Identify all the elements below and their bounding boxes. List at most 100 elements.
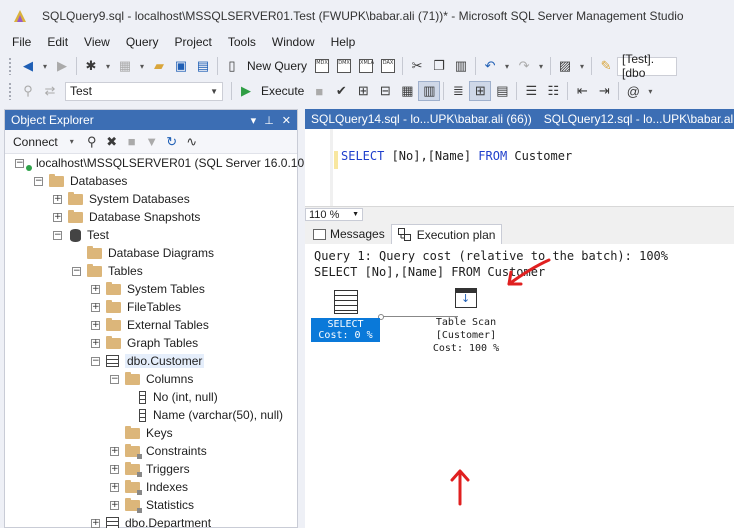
- zoom-dropdown[interactable]: 110 % ▼: [305, 208, 363, 221]
- new-query-button[interactable]: New Query: [243, 59, 311, 73]
- filter-icon[interactable]: ▼: [142, 132, 162, 152]
- intellisense-icon[interactable]: ▦: [396, 81, 418, 101]
- xmla-query-icon[interactable]: XMLA: [355, 56, 377, 76]
- redo-icon[interactable]: ↷: [513, 56, 535, 76]
- tree-node-indexes[interactable]: + Indexes: [5, 478, 297, 496]
- forward-icon[interactable]: ▶: [51, 56, 73, 76]
- find-icon[interactable]: ✎: [595, 56, 617, 76]
- menu-view[interactable]: View: [76, 35, 118, 49]
- tree-node-system-databases[interactable]: + System Databases: [5, 190, 297, 208]
- plan-node-table-scan[interactable]: Table Scan [Customer] Cost: 100 %: [423, 288, 509, 355]
- menu-edit[interactable]: Edit: [39, 35, 76, 49]
- add-item-dropdown-icon[interactable]: ▾: [136, 56, 148, 76]
- toolbar-grip-2[interactable]: [8, 82, 12, 100]
- specify-template-values-icon[interactable]: @: [622, 81, 644, 101]
- connect-dropdown-icon[interactable]: ▾: [62, 132, 82, 152]
- increase-indent-icon[interactable]: ⇥: [593, 81, 615, 101]
- object-dropdown[interactable]: [Test].[dbo: [617, 52, 678, 80]
- copy-icon[interactable]: ❐: [428, 56, 450, 76]
- expand-icon[interactable]: +: [53, 212, 62, 222]
- tab-messages[interactable]: Messages: [307, 224, 391, 244]
- expand-icon[interactable]: +: [91, 320, 100, 330]
- toolbar-options-icon[interactable]: ▾: [576, 56, 588, 76]
- tree-node-columns[interactable]: − Columns: [5, 370, 297, 388]
- redo-dropdown-icon[interactable]: ▾: [535, 56, 547, 76]
- query-designer-icon[interactable]: ⊟: [374, 81, 396, 101]
- disconnect-icon[interactable]: ✖: [102, 132, 122, 152]
- expand-icon[interactable]: +: [110, 464, 119, 474]
- tree-node-dbo-department[interactable]: + dbo.Department: [5, 514, 297, 528]
- collapse-icon[interactable]: −: [34, 176, 43, 186]
- paste-icon[interactable]: ▥: [450, 56, 472, 76]
- new-project-dropdown-icon[interactable]: ▾: [102, 56, 114, 76]
- stop-icon[interactable]: ■: [308, 81, 330, 101]
- menu-project[interactable]: Project: [167, 35, 220, 49]
- collapse-icon[interactable]: −: [72, 266, 81, 276]
- expand-icon[interactable]: +: [91, 284, 100, 294]
- results-to-grid-icon[interactable]: ⊞: [469, 81, 492, 101]
- pin-icon[interactable]: ⊥: [264, 114, 274, 127]
- activity-monitor-icon[interactable]: ∿: [182, 132, 202, 152]
- panel-menu-icon[interactable]: ▾: [251, 114, 257, 127]
- results-to-file-icon[interactable]: ▤: [491, 81, 513, 101]
- connect-plug-icon[interactable]: ⚲: [17, 81, 39, 101]
- expand-icon[interactable]: +: [110, 482, 119, 492]
- parse-check-icon[interactable]: ✔: [330, 81, 352, 101]
- expand-icon[interactable]: +: [91, 338, 100, 348]
- tree-node-server[interactable]: − localhost\MSSQLSERVER01 (SQL Server 16…: [5, 154, 304, 172]
- back-icon[interactable]: ◀: [17, 56, 39, 76]
- decrease-indent-icon[interactable]: ⇤: [571, 81, 593, 101]
- execute-button[interactable]: Execute: [257, 84, 308, 98]
- save-all-icon[interactable]: ▤: [192, 56, 214, 76]
- tree-node-filetables[interactable]: + FileTables: [5, 298, 297, 316]
- tree-node-tables[interactable]: − Tables: [5, 262, 297, 280]
- close-icon[interactable]: ✕: [282, 114, 291, 127]
- mdx-query-icon[interactable]: MDX: [311, 56, 333, 76]
- dmx-query-icon[interactable]: DMX: [333, 56, 355, 76]
- tree-node-statistics[interactable]: + Statistics: [5, 496, 297, 514]
- tree-node-database-diagrams[interactable]: Database Diagrams: [5, 244, 297, 262]
- plan-node-select[interactable]: SELECT Cost: 0 %: [311, 290, 380, 342]
- tree-node-external-tables[interactable]: + External Tables: [5, 316, 297, 334]
- menu-tools[interactable]: Tools: [220, 35, 264, 49]
- tree-node-system-tables[interactable]: + System Tables: [5, 280, 297, 298]
- results-to-text-icon[interactable]: ≣: [447, 81, 469, 101]
- menu-window[interactable]: Window: [264, 35, 323, 49]
- change-connection-icon[interactable]: ⇄: [39, 81, 61, 101]
- cut-icon[interactable]: ✂: [406, 56, 428, 76]
- toolbar-grip[interactable]: [8, 57, 12, 75]
- include-actual-plan-icon[interactable]: ▥: [418, 81, 441, 101]
- menu-query[interactable]: Query: [118, 35, 167, 49]
- menu-help[interactable]: Help: [323, 35, 364, 49]
- code-editor[interactable]: SELECT [No],[Name] FROM Customer: [305, 129, 734, 206]
- expand-icon[interactable]: +: [91, 518, 100, 528]
- tree-node-databases[interactable]: − Databases: [5, 172, 297, 190]
- add-item-icon[interactable]: ▦: [114, 56, 136, 76]
- expand-icon[interactable]: +: [53, 194, 62, 204]
- display-estimated-plan-icon[interactable]: ⊞: [352, 81, 374, 101]
- new-query-icon[interactable]: ▯: [221, 56, 243, 76]
- tree-node-database-snapshots[interactable]: + Database Snapshots: [5, 208, 297, 226]
- expand-icon[interactable]: +: [110, 446, 119, 456]
- dax-query-icon[interactable]: DAX: [377, 56, 399, 76]
- connect-plug-icon[interactable]: ⚲: [82, 132, 102, 152]
- collapse-icon[interactable]: −: [53, 230, 62, 240]
- tree-node-keys[interactable]: Keys: [5, 424, 297, 442]
- tree-node-dbo-customer[interactable]: − dbo.Customer: [5, 352, 297, 370]
- toolbar2-options-icon[interactable]: ▾: [644, 81, 656, 101]
- code-line-1[interactable]: SELECT [No],[Name] FROM Customer: [341, 149, 572, 163]
- tab-sqlquery12[interactable]: SQLQuery12.sql - lo...UPK\babar.ali (71): [537, 112, 734, 126]
- stop-icon[interactable]: ■: [122, 132, 142, 152]
- tree-node-test-database[interactable]: − Test: [5, 226, 297, 244]
- execution-plan-area[interactable]: Query 1: Query cost (relative to the bat…: [305, 244, 734, 528]
- save-icon[interactable]: ▣: [170, 56, 192, 76]
- connect-button[interactable]: Connect: [9, 135, 62, 149]
- execute-play-icon[interactable]: ▶: [235, 81, 257, 101]
- back-dropdown-icon[interactable]: ▾: [39, 56, 51, 76]
- new-project-icon[interactable]: ✱: [80, 56, 102, 76]
- tree-node-column-no[interactable]: No (int, null): [5, 388, 297, 406]
- tab-execution-plan[interactable]: Execution plan: [390, 224, 503, 244]
- undo-icon[interactable]: ↶: [479, 56, 501, 76]
- collapse-icon[interactable]: −: [110, 374, 119, 384]
- tree-node-constraints[interactable]: + Constraints: [5, 442, 297, 460]
